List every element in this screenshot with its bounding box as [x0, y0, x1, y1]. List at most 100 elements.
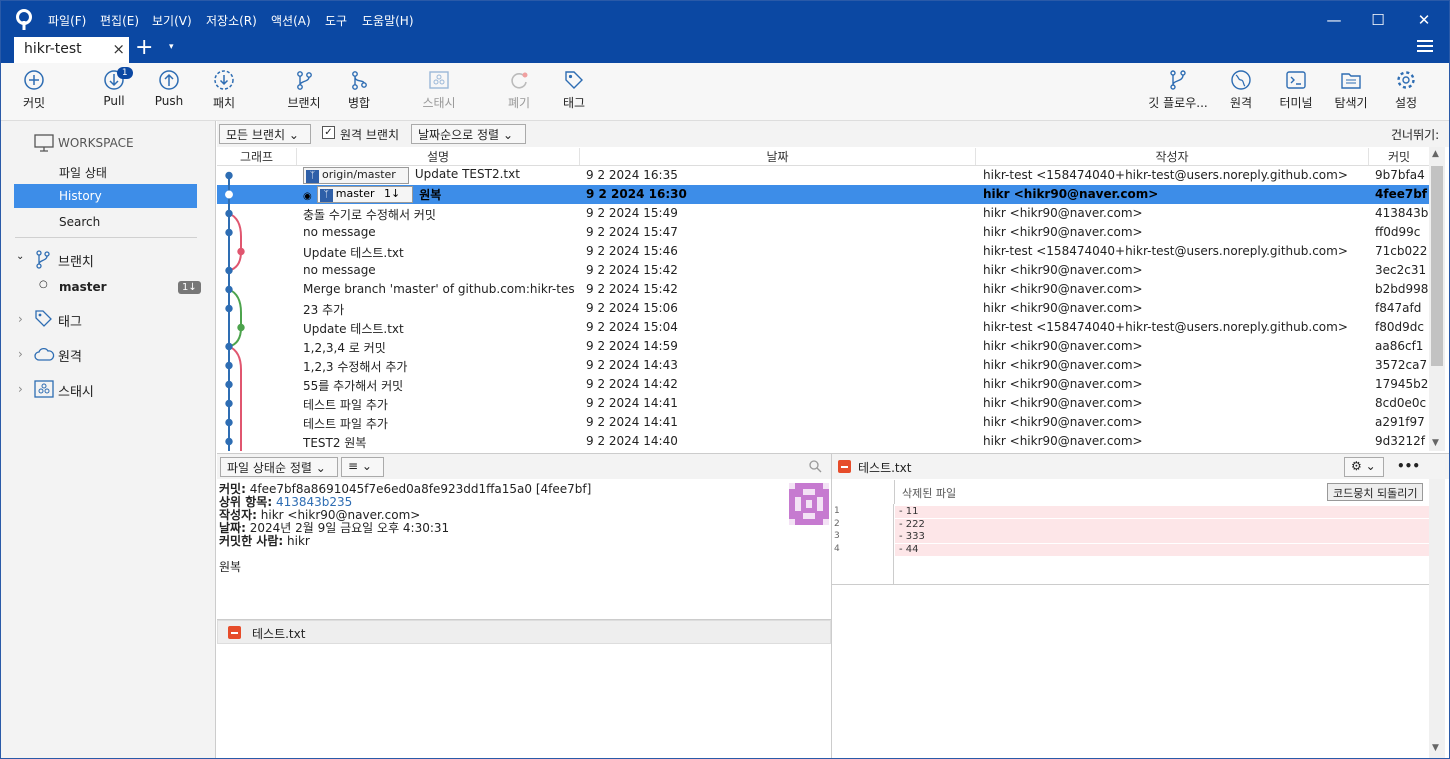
graph-node[interactable] [225, 304, 233, 313]
more-options-icon[interactable]: ••• [1397, 459, 1420, 473]
menu-file[interactable]: 파일(F) [48, 12, 86, 29]
view-mode-dropdown[interactable]: ≡ ⌄ [341, 457, 384, 477]
column-date[interactable]: 날짜 [580, 148, 976, 165]
graph-node[interactable] [225, 418, 233, 427]
commit-row[interactable]: 테스트 파일 추가 9 2 2024 14:41 hikr <hikr90@nave… [217, 394, 1429, 413]
graph-node[interactable] [225, 285, 233, 294]
file-sort-dropdown[interactable]: 파일 상태순 정렬 ⌄ [220, 457, 338, 477]
tags-collapsed-chevron-icon[interactable]: › [18, 312, 23, 326]
commit-row[interactable]: TEST2 원복 9 2 2024 14:40 hikr <hikr90@naver… [217, 432, 1429, 451]
maximize-button[interactable]: ☐ [1363, 7, 1393, 33]
remote-branches-checkbox[interactable]: ✓ [322, 126, 335, 139]
column-graph[interactable]: 그래프 [217, 148, 297, 165]
graph-node[interactable] [225, 228, 233, 237]
commit-row[interactable]: 충돌 수기로 수정해서 커밋 9 2 2024 15:49 hikr <hikr90… [217, 204, 1429, 223]
commit-row[interactable]: Update 테스트.txt 9 2 2024 15:46 hikr-test <1… [217, 242, 1429, 261]
branch-ref-tag[interactable]: ᛉ master 1↓ [316, 186, 414, 203]
changed-file-row[interactable]: 테스트.txt [217, 620, 831, 644]
close-window-button[interactable]: ✕ [1409, 7, 1439, 33]
sidebar-item-search[interactable]: Search [59, 215, 100, 229]
sidebar-item-history[interactable]: History [14, 184, 197, 208]
commit-row[interactable]: ᛉ origin/master Update TEST2.txt 9 2 2024 1… [217, 166, 1429, 185]
branches-expanded-chevron-icon[interactable]: ⌄ [16, 251, 24, 262]
commit-row[interactable]: no message 9 2 2024 15:47 hikr <hikr90@nav… [217, 223, 1429, 242]
stash-button[interactable]: 스태시 [417, 69, 461, 111]
commit-author: hikr <hikr90@naver.com> [983, 206, 1143, 220]
discard-button[interactable]: 폐기 [501, 69, 537, 111]
commit-row[interactable]: 테스트 파일 추가 9 2 2024 14:41 hikr <hikr90@nave… [217, 413, 1429, 432]
stashes-collapsed-chevron-icon[interactable]: › [18, 382, 23, 396]
menu-view[interactable]: 보기(V) [152, 12, 192, 29]
new-tab-button[interactable]: + [135, 36, 153, 60]
search-icon[interactable] [809, 460, 822, 473]
remotes-collapsed-chevron-icon[interactable]: › [18, 347, 23, 361]
explorer-button[interactable]: 탐색기 [1331, 69, 1371, 111]
column-author[interactable]: 작성자 [976, 148, 1369, 165]
remote-button[interactable]: 원격 [1223, 69, 1259, 111]
pull-button[interactable]: 1 Pull [96, 67, 133, 108]
diff-scroll-down-icon[interactable]: ▼ [1432, 743, 1439, 753]
gitflow-icon [1170, 70, 1186, 90]
remotes-header[interactable]: 원격 [58, 346, 82, 365]
sort-order-dropdown[interactable]: 날짜순으로 정렬 ⌄ [411, 124, 526, 144]
minimize-button[interactable]: — [1319, 7, 1349, 33]
graph-node[interactable] [237, 323, 245, 332]
scrollbar-thumb[interactable] [1431, 166, 1443, 366]
discard-hunk-button[interactable]: 코드뭉치 되돌리기 [1327, 483, 1424, 501]
menu-help[interactable]: 도움말(H) [362, 12, 414, 29]
branch-button[interactable]: 브랜치 [284, 69, 324, 111]
commit-row[interactable]: Update 테스트.txt 9 2 2024 15:04 hikr-test <1… [217, 318, 1429, 337]
commit-row[interactable]: Merge branch 'master' of github.com:hikr… [217, 280, 1429, 299]
terminal-button[interactable]: 터미널 [1276, 69, 1316, 111]
commit-row[interactable]: ◉ ᛉ master 1↓ 원복 9 2 2024 16:30 hikr <hikr90@… [217, 185, 1429, 204]
graph-node[interactable] [237, 247, 245, 256]
menu-actions[interactable]: 액션(A) [271, 12, 311, 29]
sidebar-item-master[interactable]: master [59, 280, 107, 294]
fetch-button[interactable]: 패치 [206, 69, 242, 111]
tab-close-icon[interactable]: × [112, 40, 125, 58]
commit-row[interactable]: 55를 추가해서 커밋 9 2 2024 14:42 hikr <hikr90@na… [217, 375, 1429, 394]
menu-repository[interactable]: 저장소(R) [206, 12, 257, 29]
gitflow-button[interactable]: 깃 플로우... [1144, 69, 1212, 111]
scroll-up-icon[interactable]: ▲ [1432, 149, 1439, 159]
tab-list-chevron-icon[interactable]: ▾ [169, 42, 174, 52]
parent-link[interactable]: 413843b235 [276, 495, 352, 509]
graph-node[interactable] [225, 342, 233, 351]
merge-button[interactable]: 병합 [341, 69, 377, 111]
graph-node[interactable] [225, 361, 233, 370]
diff-scrollbar[interactable] [1429, 479, 1445, 758]
merge-label: 병합 [347, 96, 371, 110]
commit-row[interactable]: 1,2,3 수정해서 추가 9 2 2024 14:43 hikr <hikr90@… [217, 356, 1429, 375]
graph-node[interactable] [225, 380, 233, 389]
commit-button[interactable]: 커밋 [15, 69, 53, 111]
tab-hikr-test[interactable]: hikr-test × [14, 37, 129, 63]
commit-row[interactable]: 1,2,3,4 로 커밋 9 2 2024 14:59 hikr <hikr90@n… [217, 337, 1429, 356]
commit-date: 9 2 2024 14:59 [586, 339, 678, 353]
graph-node[interactable] [225, 209, 233, 218]
column-description[interactable]: 설명 [297, 148, 580, 165]
commit-row[interactable]: 23 추가 9 2 2024 15:06 hikr <hikr90@naver.co… [217, 299, 1429, 318]
menu-edit[interactable]: 편집(E) [100, 12, 139, 29]
hamburger-menu-icon[interactable] [1417, 39, 1433, 53]
commit-hash: aa86cf1 [1375, 339, 1424, 353]
scroll-down-icon[interactable]: ▼ [1432, 438, 1439, 448]
stashes-header[interactable]: 스태시 [58, 381, 94, 400]
push-button[interactable]: Push [151, 69, 187, 108]
tags-header[interactable]: 태그 [58, 311, 82, 330]
branch-ref-tag[interactable]: ᛉ origin/master [303, 167, 409, 184]
commit-row[interactable]: no message 9 2 2024 15:42 hikr <hikr90@nav… [217, 261, 1429, 280]
settings-button[interactable]: 설정 [1388, 69, 1424, 111]
graph-node[interactable] [225, 437, 233, 446]
sidebar-item-file-status[interactable]: 파일 상태 [59, 164, 107, 181]
graph-node[interactable] [225, 171, 233, 180]
tag-button[interactable]: 태그 [556, 69, 592, 111]
graph-node[interactable] [225, 190, 233, 199]
diff-options-dropdown[interactable]: ⚙ ⌄ [1344, 457, 1384, 477]
branch-filter-dropdown[interactable]: 모든 브랜치 ⌄ [219, 124, 311, 144]
deleted-line: - 44 [895, 543, 1429, 556]
graph-node[interactable] [225, 266, 233, 275]
branches-header[interactable]: 브랜치 [58, 251, 94, 270]
graph-node[interactable] [225, 399, 233, 408]
column-commit[interactable]: 커밋 [1369, 148, 1429, 165]
menu-tools[interactable]: 도구 [325, 12, 347, 29]
